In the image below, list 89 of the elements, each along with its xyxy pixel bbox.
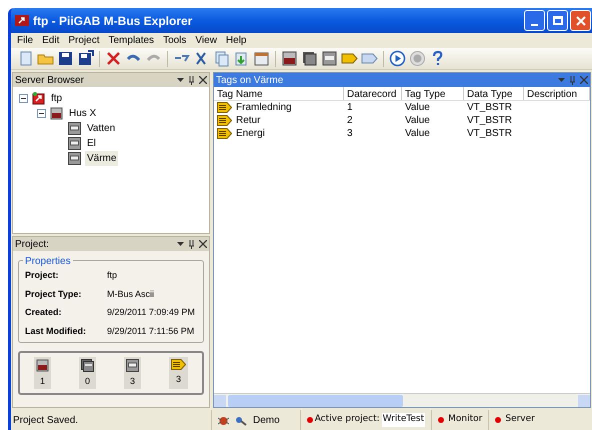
indicator-label: Monitor xyxy=(448,413,482,426)
table-cell-text: Retur xyxy=(236,114,260,128)
property-label: Last Modified: xyxy=(25,324,87,338)
table-cell-text: Value xyxy=(405,114,430,128)
table-cell-text: VT_BSTR xyxy=(467,127,512,141)
pin-icon[interactable] xyxy=(188,76,195,84)
close-button[interactable] xyxy=(570,10,591,31)
property-value: 9/29/2011 7:09:49 PM xyxy=(107,306,195,319)
dropdown-icon[interactable] xyxy=(177,78,184,82)
meter-icon[interactable] xyxy=(281,50,298,67)
column-header[interactable]: Tag Type xyxy=(402,87,464,100)
collapse-toggle[interactable] xyxy=(19,94,28,103)
bug-icon xyxy=(218,414,229,426)
maximize-button[interactable] xyxy=(547,10,568,31)
key-icon xyxy=(235,414,247,426)
group-title: Properties xyxy=(23,254,73,269)
save-icon[interactable] xyxy=(57,50,74,67)
window-title: ftp - PiiGAB M-Bus Explorer xyxy=(33,12,192,30)
stacked-device-icon xyxy=(81,359,94,372)
device-icon xyxy=(68,152,81,165)
table-cell-text: Framledning xyxy=(236,101,292,115)
property-value: M-Bus Ascii xyxy=(107,288,154,300)
menu-item[interactable]: Templates xyxy=(108,33,154,48)
tree-item[interactable]: Hus X xyxy=(67,106,98,121)
count-label: 3 xyxy=(130,375,135,388)
delete-icon[interactable] xyxy=(105,50,122,67)
save-all-icon[interactable] xyxy=(77,50,94,67)
panel-title: Project: xyxy=(15,238,49,252)
tag-icon xyxy=(217,115,232,126)
project-icon xyxy=(32,92,45,105)
stacked-device-icon[interactable] xyxy=(301,50,318,67)
collapse-toggle[interactable] xyxy=(37,109,46,118)
property-label: Created: xyxy=(25,306,63,319)
dropdown-icon[interactable] xyxy=(177,242,184,246)
indicator-label: Server xyxy=(505,413,535,426)
property-label: Project Type: xyxy=(25,288,82,301)
status-message: Project Saved. xyxy=(12,414,80,428)
panel-title: Server Browser xyxy=(15,74,84,88)
property-value: 9/29/2011 7:11:56 PM xyxy=(107,324,194,338)
table-cell-text: VT_BSTR xyxy=(467,101,512,115)
column-header[interactable]: Description xyxy=(524,87,590,100)
device-icon xyxy=(68,122,81,135)
property-label: Project: xyxy=(25,269,60,282)
device-icon xyxy=(126,359,139,372)
minimize-button[interactable] xyxy=(524,10,545,31)
close-icon[interactable] xyxy=(199,240,207,248)
close-icon xyxy=(576,16,586,26)
copy-icon[interactable] xyxy=(213,50,230,67)
tree-item[interactable]: El xyxy=(85,136,98,151)
app-icon xyxy=(15,15,29,26)
tree-item[interactable]: ftp xyxy=(49,91,64,106)
table-cell-text: 1 xyxy=(347,101,353,115)
close-icon[interactable] xyxy=(199,76,207,84)
table-cell-text: VT_BSTR xyxy=(467,114,512,128)
menu-item[interactable]: View xyxy=(195,33,217,48)
meter-icon xyxy=(36,359,49,372)
menu-item[interactable]: Edit xyxy=(42,33,60,48)
column-header[interactable]: Tag Name xyxy=(214,87,344,100)
properties-icon[interactable] xyxy=(253,50,270,67)
pin-icon[interactable] xyxy=(188,240,195,248)
menu-item[interactable]: Tools xyxy=(163,33,186,48)
active-project-value: WriteTest xyxy=(382,413,426,427)
table-cell-text: Value xyxy=(405,127,430,141)
panel-title: Tags on Värme xyxy=(216,74,284,88)
tag-icon xyxy=(217,128,232,139)
tag-icon xyxy=(217,102,232,113)
tag-icon xyxy=(171,359,186,370)
device-icon[interactable] xyxy=(321,50,338,67)
device-icon xyxy=(68,137,81,150)
horizontal-scrollbar[interactable] xyxy=(214,393,590,407)
count-label: 1 xyxy=(40,375,45,388)
tree-item[interactable]: Vatten xyxy=(85,121,118,136)
table-cell-text: 2 xyxy=(347,114,353,128)
tree-item[interactable]: Värme xyxy=(85,151,118,166)
property-value: ftp xyxy=(107,269,118,282)
column-header[interactable]: Data Type xyxy=(464,87,524,100)
mode-label: Demo xyxy=(253,414,280,428)
menu-item[interactable]: Project xyxy=(68,33,100,48)
count-label: 0 xyxy=(84,375,90,388)
table-cell-text: Energi xyxy=(236,127,265,141)
active-project-label: Active project: xyxy=(314,413,380,426)
column-header[interactable]: Datarecord xyxy=(344,87,402,100)
menu-item[interactable]: File xyxy=(17,33,34,48)
table-cell-text: 3 xyxy=(347,127,353,141)
menu-item[interactable]: Help xyxy=(226,33,246,48)
meter-icon xyxy=(50,107,63,120)
count-label: 3 xyxy=(176,373,181,386)
play-icon[interactable] xyxy=(389,50,406,67)
table-cell-text: Value xyxy=(405,101,430,115)
